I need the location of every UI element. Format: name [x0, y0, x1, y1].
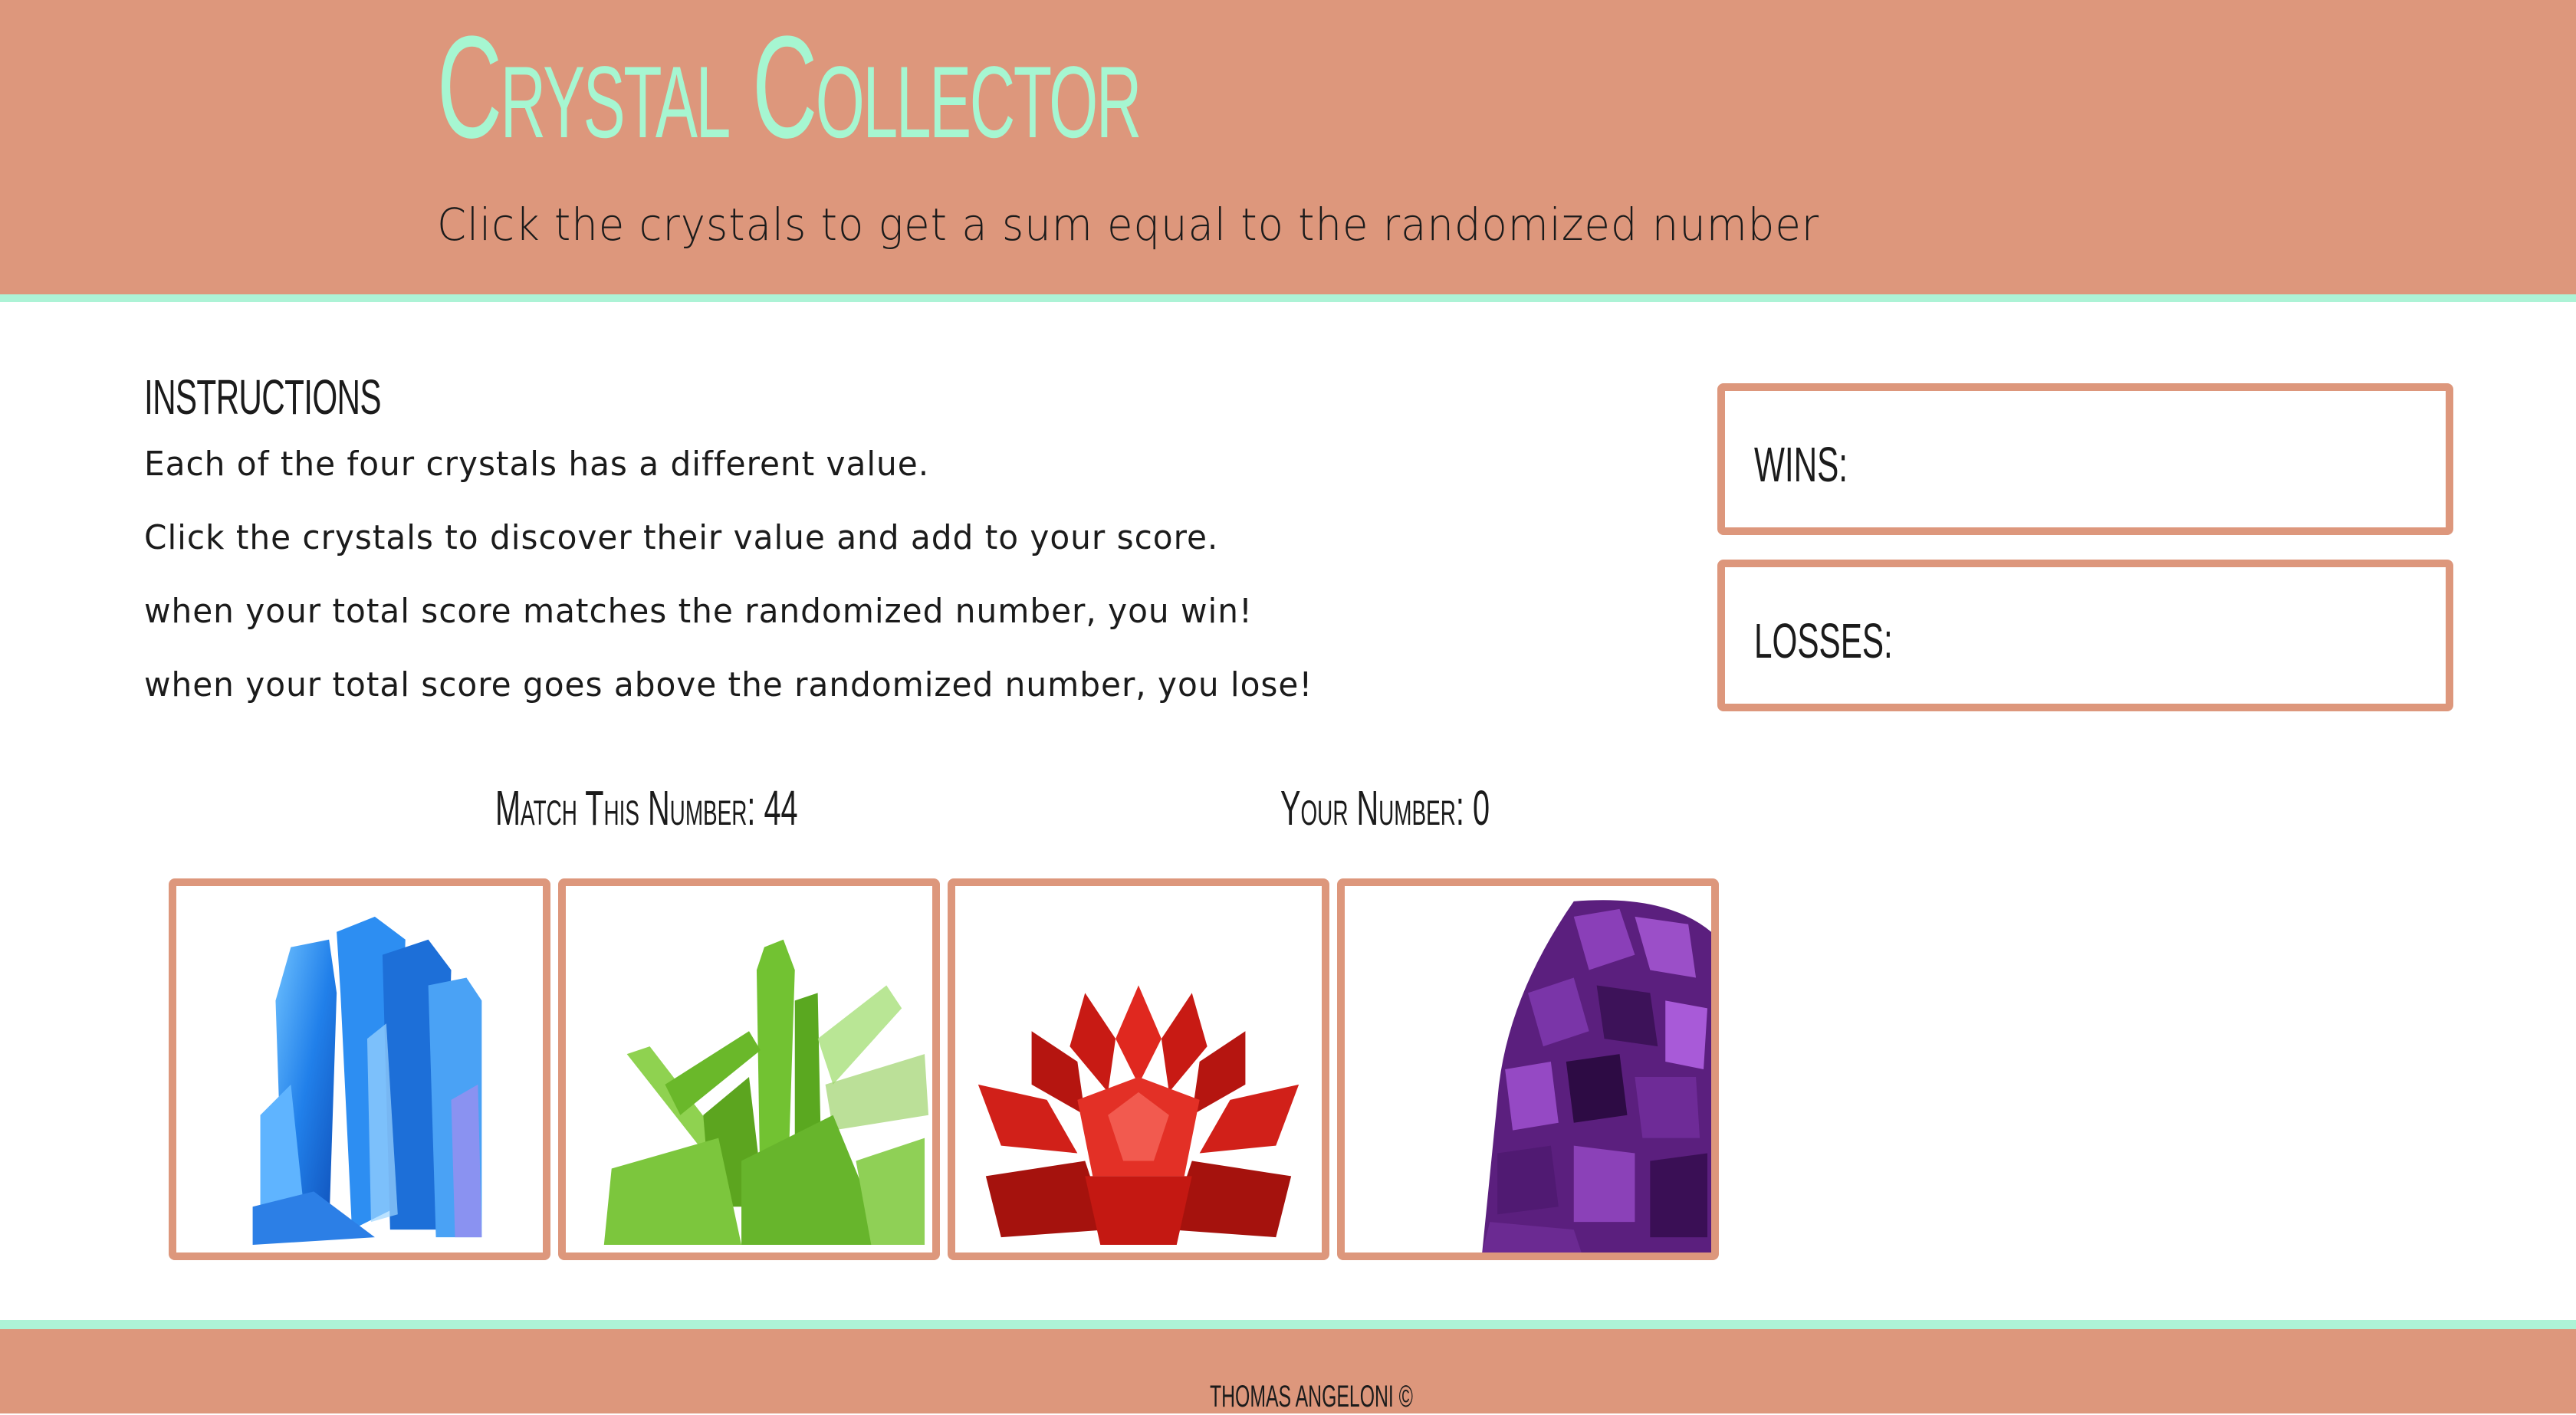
green-crystal-button[interactable]	[558, 878, 940, 1260]
red-crystal-button[interactable]	[948, 878, 1329, 1260]
red-crystal-icon	[978, 985, 1300, 1246]
page-footer: THOMAS ANGELONI ©	[0, 1320, 2576, 1413]
page-header: Crystal Collector Click the crystals to …	[0, 0, 2576, 302]
instruction-line: when your total score matches the random…	[144, 592, 1253, 631]
losses-label: LOSSES:	[1754, 613, 1893, 668]
blue-crystal-icon	[252, 916, 482, 1246]
instruction-line: when your total score goes above the ran…	[144, 665, 1313, 704]
purple-crystal-icon	[1482, 900, 1711, 1252]
wins-label: WINS:	[1754, 437, 1848, 492]
page-subtitle: Click the crystals to get a sum equal to…	[437, 199, 1820, 251]
wins-box: WINS:	[1717, 383, 2453, 535]
your-number: Your Number: 0	[1280, 780, 1490, 836]
losses-box: LOSSES:	[1717, 560, 2453, 711]
page-title: Crystal Collector	[437, 6, 1142, 169]
green-crystal-icon	[603, 939, 929, 1246]
instructions-heading: INSTRUCTIONS	[144, 369, 382, 425]
target-number: Match This Number: 44	[495, 780, 798, 836]
blue-crystal-button[interactable]	[169, 878, 550, 1260]
purple-crystal-button[interactable]	[1337, 878, 1719, 1260]
instruction-line: Each of the four crystals has a differen…	[144, 445, 930, 484]
instruction-line: Click the crystals to discover their val…	[144, 518, 1219, 557]
footer-credit: THOMAS ANGELONI ©	[1210, 1380, 1413, 1413]
instructions-panel: INSTRUCTIONS Each of the four crystals h…	[144, 368, 1601, 704]
